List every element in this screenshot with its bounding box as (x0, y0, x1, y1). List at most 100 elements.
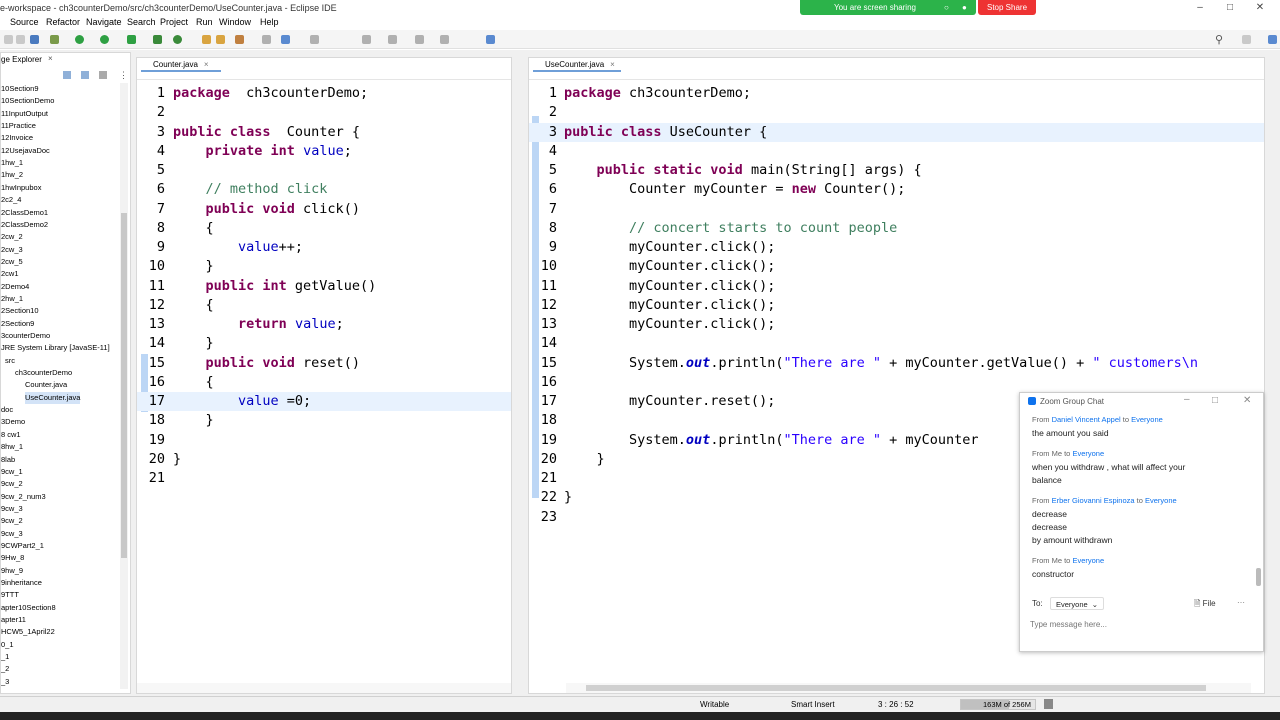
search-tool-icon[interactable] (235, 35, 244, 44)
new-package-icon[interactable] (173, 35, 182, 44)
tree-item[interactable]: 9CWPart2_1 (1, 540, 44, 552)
tree-item[interactable]: JRE System Library [JavaSE-11] (1, 342, 110, 354)
tree-item[interactable]: 9inheritance (1, 577, 42, 589)
tree-item[interactable]: 10SectionDemo (1, 95, 54, 107)
tree-item[interactable]: 9cw_3 (1, 528, 23, 540)
tree-item[interactable]: 12UsejavaDoc (1, 145, 50, 157)
share-settings-icon[interactable]: ● (962, 0, 967, 15)
tree-item[interactable]: 2hw_1 (1, 293, 23, 305)
next-annotation-icon[interactable] (362, 35, 371, 44)
menu-window[interactable]: Window (219, 17, 251, 27)
view-menu-icon[interactable] (99, 71, 107, 79)
tree-item[interactable]: 10Section9 (1, 83, 39, 95)
close-button[interactable]: ✕ (1252, 2, 1268, 14)
explorer-scrollbar[interactable] (120, 83, 128, 689)
menu-help[interactable]: Help (260, 17, 279, 27)
tree-item[interactable]: 8lab (1, 454, 15, 466)
explorer-scroll-thumb[interactable] (121, 213, 127, 558)
tree-item[interactable]: 2cw_5 (1, 256, 23, 268)
tree-item[interactable]: 3Demo (1, 416, 25, 428)
tree-item[interactable]: 3counterDemo (1, 330, 50, 342)
tree-item[interactable]: 1hw_1 (1, 157, 23, 169)
menu-search[interactable]: Search (127, 17, 156, 27)
message-input[interactable] (1030, 617, 1250, 631)
tree-item[interactable]: 9cw_1 (1, 466, 23, 478)
tab-counter-java[interactable]: Counter.java × (141, 58, 221, 72)
minimize-button[interactable]: – (1192, 2, 1208, 14)
maximize-button[interactable]: □ (1222, 2, 1238, 14)
tree-item[interactable]: 11InputOutput (1, 108, 48, 120)
tree-item[interactable]: 1hw_2 (1, 169, 23, 181)
share-control-icon[interactable]: ○ (944, 0, 949, 15)
tree-item[interactable]: doc (1, 404, 13, 416)
tree-item[interactable]: 9Hw_8 (1, 552, 24, 564)
tab-usecounter-java[interactable]: UseCounter.java × (533, 58, 621, 72)
perspective-icon[interactable] (1242, 35, 1251, 44)
menu-navigate[interactable]: Navigate (86, 17, 122, 27)
link-editor-icon[interactable] (81, 71, 89, 79)
tree-item[interactable]: 2c2_4 (1, 194, 21, 206)
menu-refactor[interactable]: Refactor (46, 17, 80, 27)
tree-item[interactable]: HCW5_1April22 (1, 626, 55, 638)
new-java-project-icon[interactable] (153, 35, 162, 44)
highlight-icon[interactable] (281, 35, 290, 44)
tree-item[interactable]: UseCounter.java (25, 391, 81, 404)
open-type-icon[interactable] (202, 35, 211, 44)
tree-item[interactable]: 9hw_9 (1, 565, 23, 577)
tree-item[interactable]: _2 (1, 663, 9, 675)
zoom-minimize-button[interactable]: – (1184, 394, 1190, 405)
tree-item[interactable]: 8hw_1 (1, 441, 23, 453)
whitespace-icon[interactable] (310, 35, 319, 44)
heap-status[interactable]: 163M of 256M (960, 699, 1036, 710)
open-task-icon[interactable] (216, 35, 225, 44)
tree-item[interactable]: 2Demo4 (1, 281, 29, 293)
coverage-icon[interactable] (127, 35, 136, 44)
menu-run[interactable]: Run (196, 17, 213, 27)
right-scroll-thumb[interactable] (586, 685, 1206, 691)
tree-item[interactable]: 2cw_3 (1, 244, 23, 256)
tree-item[interactable]: 2ClassDemo1 (1, 207, 48, 219)
tree-item[interactable]: _3 (1, 676, 9, 688)
stop-share-button[interactable]: Stop Share (978, 0, 1036, 15)
prev-annotation-icon[interactable] (388, 35, 397, 44)
tree-item[interactable]: 9cw_2 (1, 478, 23, 490)
tree-item[interactable]: 2Section9 (1, 318, 34, 330)
tree-item[interactable]: 9cw_3 (1, 503, 23, 515)
more-icon[interactable]: ⋮ (119, 70, 128, 81)
tree-item[interactable]: ch3counterDemo (15, 367, 72, 379)
tree-item[interactable]: 9cw_2 (1, 515, 23, 527)
debug-icon[interactable] (30, 35, 39, 44)
tree-item[interactable]: 8 cw1 (1, 429, 21, 441)
tree-item[interactable]: 2cw_2 (1, 231, 23, 243)
tree-item[interactable]: 9TTT (1, 589, 19, 601)
tree-item[interactable]: Counter.java (25, 379, 67, 391)
collapse-all-icon[interactable] (63, 71, 71, 79)
close-tab-icon[interactable]: × (204, 60, 209, 69)
tree-item[interactable]: src (5, 355, 15, 367)
gc-icon[interactable] (1044, 699, 1053, 709)
tree-item[interactable]: apter10Section8 (1, 602, 56, 614)
file-button[interactable]: 🗎 File (1194, 598, 1216, 612)
menu-project[interactable]: Project (160, 17, 188, 27)
tree-item[interactable]: 1hwInpubox (1, 182, 41, 194)
search-icon[interactable]: ⚲ (1215, 33, 1223, 46)
menu-source[interactable]: Source (10, 17, 39, 27)
chat-scroll-thumb[interactable] (1256, 568, 1261, 586)
close-icon[interactable]: × (48, 54, 53, 63)
left-hscrollbar[interactable] (137, 683, 511, 693)
toggle-mark-icon[interactable] (262, 35, 271, 44)
save-icon[interactable] (16, 35, 25, 44)
tree-item[interactable]: 12Invoice (1, 132, 33, 144)
java-perspective-icon[interactable] (1268, 35, 1277, 44)
recipient-select[interactable]: Everyone ⌄ (1050, 597, 1104, 610)
zoom-close-button[interactable]: ✕ (1243, 395, 1251, 406)
tree-item[interactable]: 9cw_2_num3 (1, 491, 46, 503)
tree-item[interactable]: 2ClassDemo2 (1, 219, 48, 231)
pin-editor-icon[interactable] (486, 35, 495, 44)
tree-item[interactable]: 2Section10 (1, 305, 39, 317)
tree-item[interactable]: _1 (1, 651, 9, 663)
tree-item[interactable]: apter11 (1, 614, 26, 626)
bug-icon[interactable] (50, 35, 59, 44)
new-icon[interactable] (4, 35, 13, 44)
tree-item[interactable]: 11Practice (1, 120, 36, 132)
